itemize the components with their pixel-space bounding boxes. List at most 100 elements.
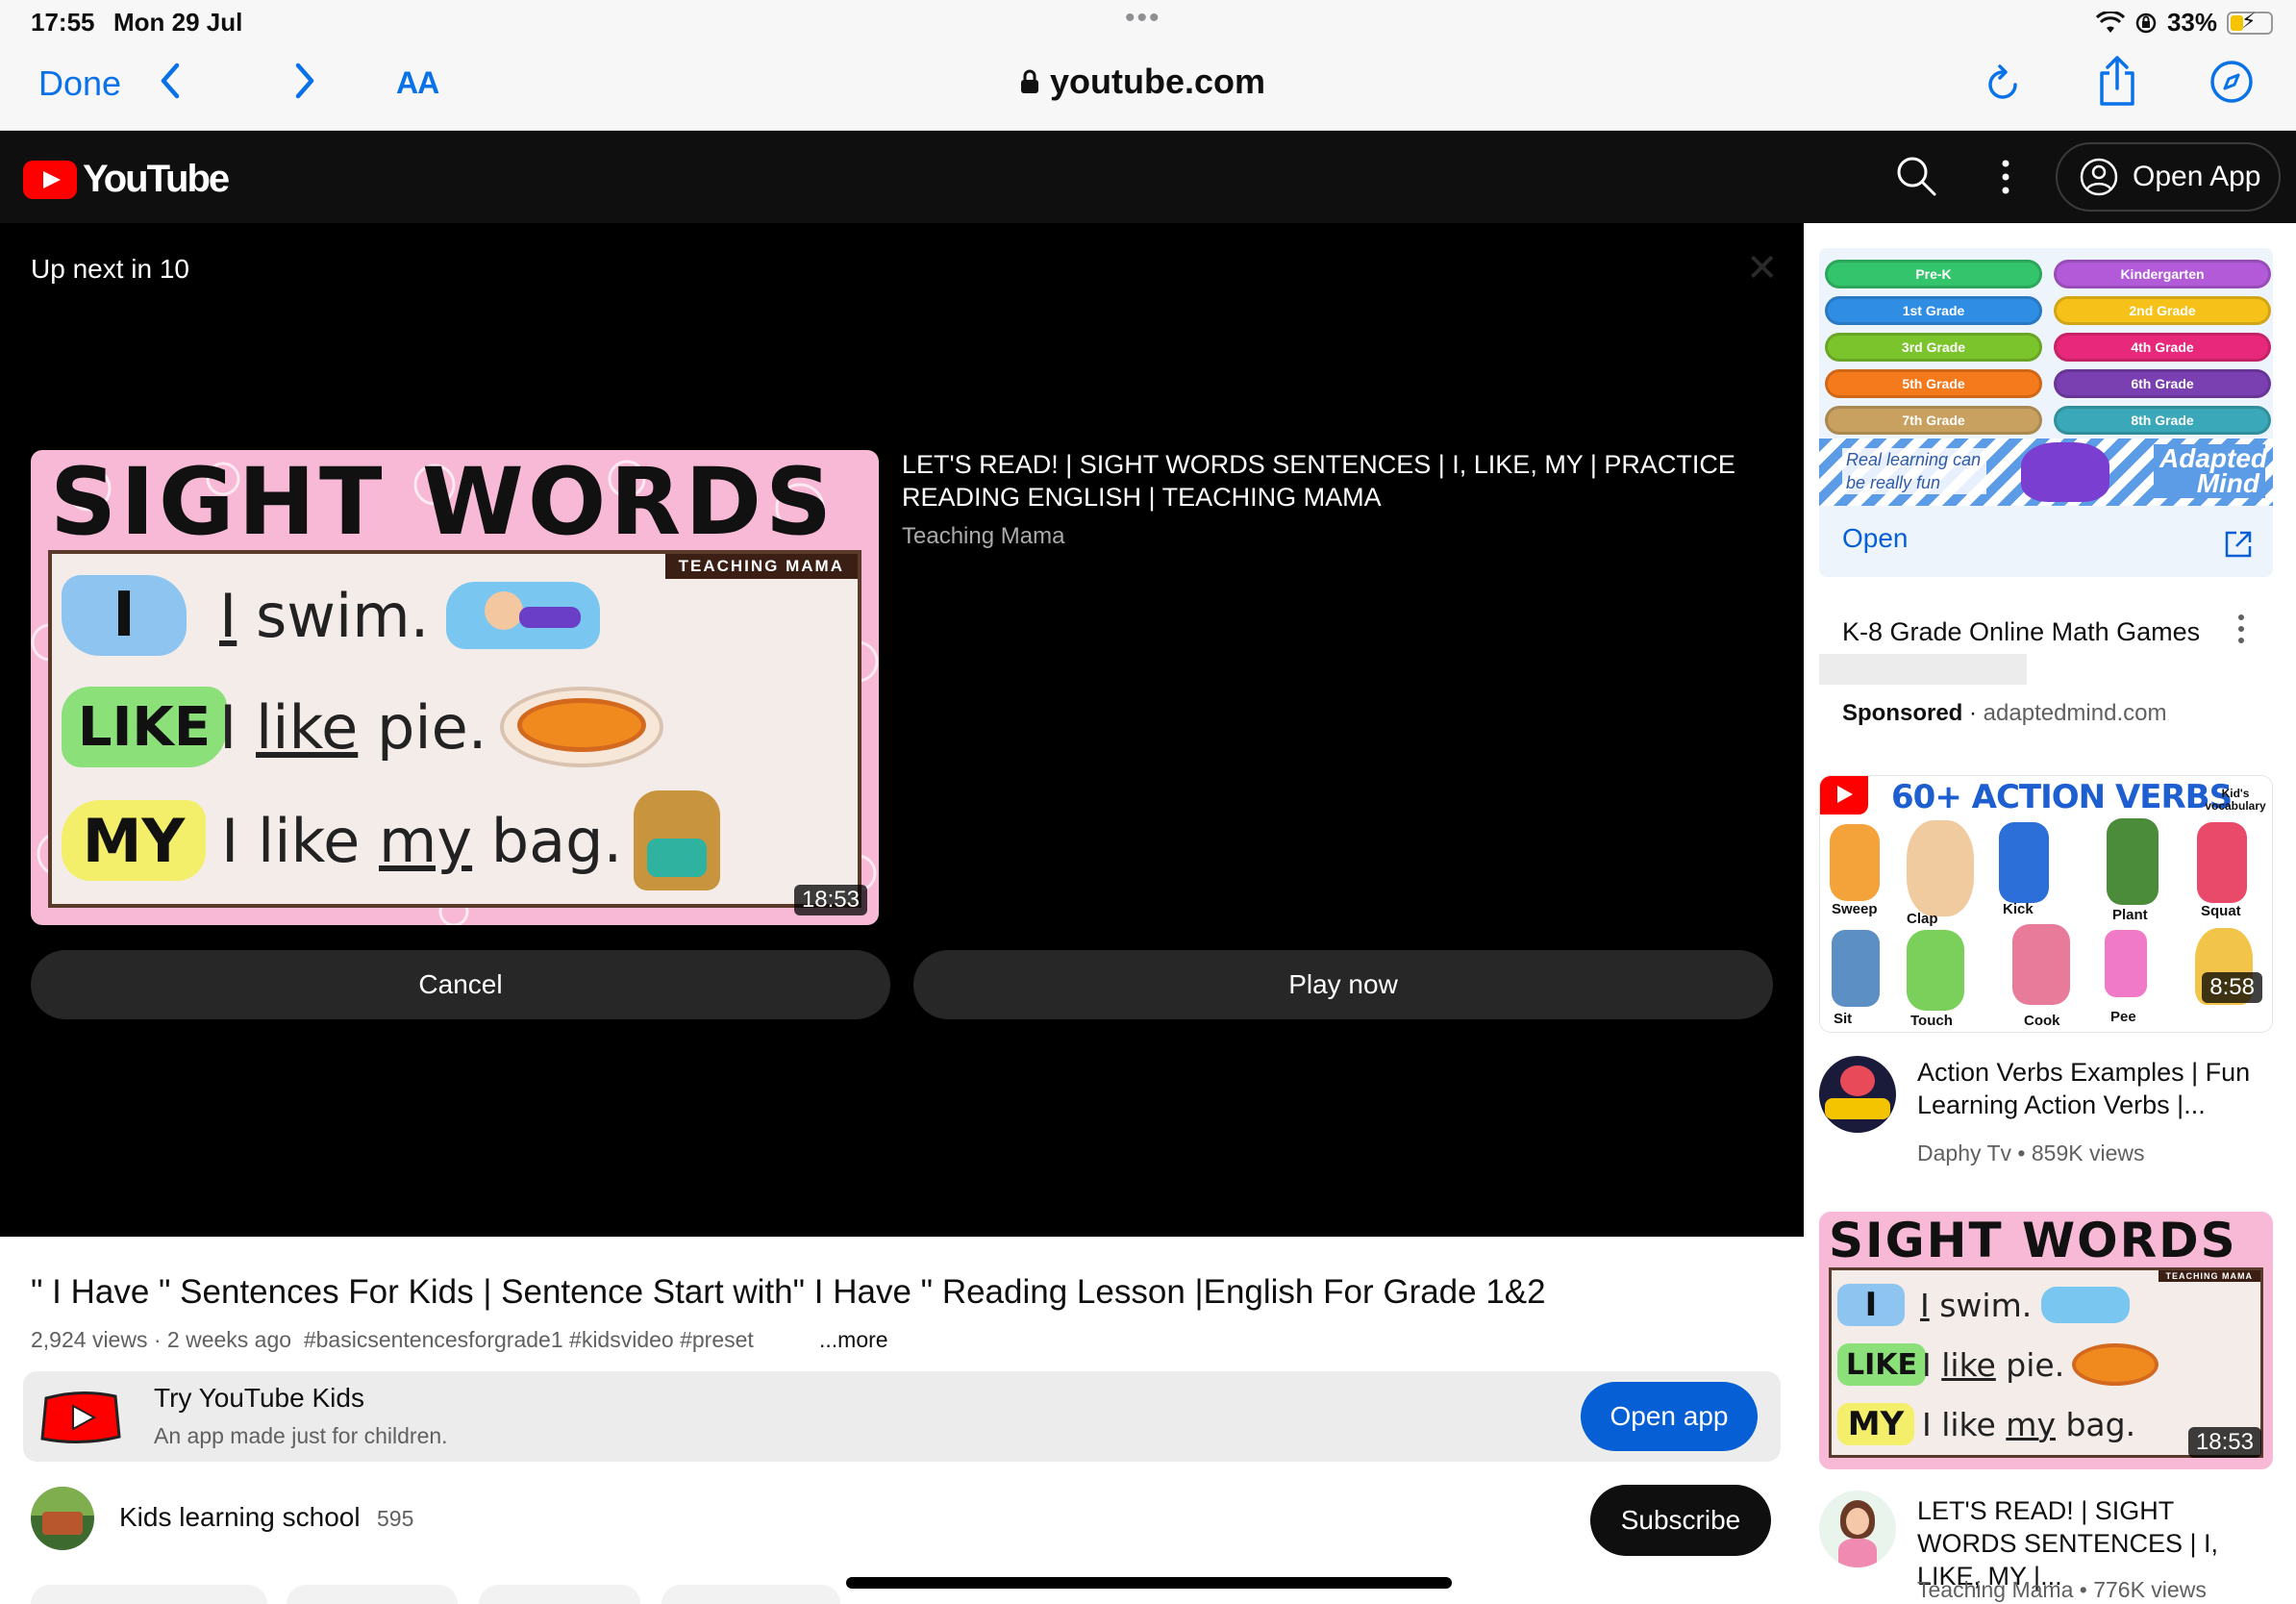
- rec-pie: [2072, 1343, 2159, 1386]
- kids-banner-title: Try YouTube Kids: [154, 1383, 364, 1413]
- ad-placeholder-bar: [1819, 654, 2027, 685]
- cancel-button[interactable]: Cancel: [31, 950, 890, 1019]
- search-icon[interactable]: [1894, 154, 1938, 198]
- rec-thumb-label: Squat: [2201, 903, 2241, 919]
- rec-thumb-label: Kick: [2003, 901, 2034, 917]
- action-chip-share[interactable]: [287, 1585, 458, 1604]
- action-chip-remix[interactable]: [479, 1585, 640, 1604]
- rec-thumb-label: Sweep: [1832, 901, 1878, 917]
- ad-more-options-icon[interactable]: [2234, 612, 2248, 646]
- reload-icon[interactable]: [1983, 60, 2025, 106]
- channel-avatar-daphy[interactable]: [1819, 1056, 1896, 1133]
- video-meta[interactable]: 2,924 views · 2 weeks ago #basicsentence…: [31, 1327, 888, 1353]
- sight-word-my: MY: [62, 800, 206, 881]
- sentence-row-like: LIKE I like pie.: [62, 675, 664, 779]
- rec-thumb-heading: 60+ ACTION VERBS: [1891, 778, 2233, 816]
- battery-icon: ⚡: [2227, 9, 2273, 35]
- grade-pill: 5th Grade: [1825, 369, 2042, 398]
- account-icon: [2080, 158, 2118, 196]
- grade-pill: Pre-K: [1825, 260, 2042, 288]
- sight-word-i: I: [62, 575, 187, 656]
- open-app-label: Open App: [2133, 161, 2261, 192]
- rec-row-i: I I swim.: [1837, 1278, 2131, 1332]
- back-chevron-icon[interactable]: [156, 60, 185, 102]
- grade-pill: Kindergarten: [2054, 260, 2271, 288]
- rec-row-my: MY I like my bag.: [1837, 1397, 2135, 1451]
- rec-thumb-label: Clap: [1907, 911, 1938, 927]
- rec-word-i: I: [1837, 1284, 1905, 1326]
- external-link-icon[interactable]: [2223, 529, 2254, 560]
- pie-illustration: [500, 687, 664, 767]
- rec-thumb-label: Touch: [1910, 1013, 1953, 1029]
- up-next-title[interactable]: LET'S READ! | SIGHT WORDS SENTENCES | I,…: [902, 448, 1767, 514]
- rec-thumb-brand: TEACHING MAMA: [2158, 1270, 2260, 1282]
- upload-age: 2 weeks ago: [166, 1327, 292, 1352]
- ad-banner-strip: Real learning can be really fun Adapted …: [1819, 439, 2273, 506]
- rec-title[interactable]: Action Verbs Examples | Fun Learning Act…: [1917, 1056, 2273, 1121]
- duration-badge: 18:53: [793, 885, 867, 915]
- multitask-dots-icon[interactable]: •••: [1125, 2, 1161, 35]
- subscriber-count: 595: [377, 1506, 414, 1531]
- video-player[interactable]: Up next in 10 ✕ SIGHT WORDS TEACHING MAM…: [0, 223, 1804, 1237]
- ad-open-link[interactable]: Open: [1842, 523, 1909, 554]
- ad-title[interactable]: K-8 Grade Online Math Games: [1842, 617, 2200, 647]
- address-bar[interactable]: youtube.com: [1019, 62, 1265, 102]
- grade-pill: 8th Grade: [2054, 406, 2271, 435]
- compass-icon[interactable]: [2208, 58, 2256, 106]
- play-now-button[interactable]: Play now: [913, 950, 1773, 1019]
- video-title[interactable]: " I Have " Sentences For Kids | Sentence…: [31, 1273, 1546, 1312]
- open-app-button[interactable]: Open App: [2056, 142, 2281, 212]
- youtube-header: YouTube Open App: [0, 131, 2296, 223]
- monster-mascot: [2021, 442, 2109, 502]
- rec-views: 859K views: [2031, 1140, 2145, 1165]
- grade-pill: 1st Grade: [1825, 296, 2042, 325]
- action-chip-like[interactable]: [31, 1585, 267, 1604]
- lock-icon: [1021, 69, 1038, 93]
- done-button[interactable]: Done: [38, 63, 121, 104]
- rec-meta: Teaching Mama • 776K views: [1917, 1577, 2207, 1602]
- subscribe-button[interactable]: Subscribe: [1590, 1485, 1771, 1556]
- rec-word-my: MY: [1837, 1403, 1914, 1445]
- duration-badge: 18:53: [2187, 1427, 2261, 1458]
- orientation-lock-icon: [2135, 13, 2157, 33]
- rec-channel: Teaching Mama: [1917, 1577, 2074, 1602]
- youtube-kids-banner[interactable]: Try YouTube Kids An app made just for ch…: [23, 1371, 1781, 1462]
- youtube-logo[interactable]: YouTube: [23, 158, 230, 201]
- sentence-my: I like my bag.: [221, 805, 623, 876]
- share-icon[interactable]: [2096, 54, 2138, 108]
- sentence-row-i: I I swim.: [62, 564, 601, 667]
- rec-thumb-label: Sit: [1834, 1011, 1853, 1027]
- sentence-i: I swim.: [219, 580, 430, 651]
- action-chip-download[interactable]: [661, 1585, 840, 1604]
- youtube-play-logo-icon: [23, 160, 77, 199]
- rec-sentence-my: I like my bag.: [1922, 1405, 2136, 1443]
- status-bar: 17:55 Mon 29 Jul ••• 33% ⚡: [0, 0, 2296, 44]
- thumbnail-brand: TEACHING MAMA: [664, 554, 858, 579]
- thumbnail-heading: SIGHT WORDS: [50, 450, 836, 556]
- more-link[interactable]: ...more: [819, 1327, 888, 1353]
- rec-meta: Daphy Tv • 859K views: [1917, 1140, 2145, 1165]
- grade-pill: 2nd Grade: [2054, 296, 2271, 325]
- wifi-icon: [2095, 11, 2125, 33]
- rec-views: 776K views: [2093, 1577, 2207, 1602]
- more-options-icon[interactable]: [1996, 156, 2015, 198]
- home-indicator[interactable]: [846, 1577, 1452, 1589]
- status-right: 33% ⚡: [2095, 8, 2273, 38]
- status-date: Mon 29 Jul: [113, 8, 243, 37]
- channel-avatar-teaching-mama[interactable]: [1819, 1491, 1896, 1567]
- rec-thumbnail-sight-words[interactable]: SIGHT WORDS TEACHING MAMA I I swim. LIKE…: [1819, 1212, 2273, 1469]
- rec-thumb-label: Cook: [2024, 1013, 2060, 1029]
- channel-avatar[interactable]: [31, 1487, 94, 1550]
- up-next-thumbnail[interactable]: SIGHT WORDS TEACHING MAMA I I swim. LIKE…: [31, 450, 879, 925]
- close-icon[interactable]: ✕: [1746, 246, 1779, 290]
- text-size-button[interactable]: AA: [396, 65, 439, 101]
- backpack-illustration: [634, 790, 721, 890]
- channel-name[interactable]: Kids learning school: [119, 1502, 361, 1533]
- status-time: 17:55: [31, 8, 95, 37]
- rec-thumbnail-action-verbs[interactable]: 60+ ACTION VERBS Kid's vocabulary Sweep …: [1819, 775, 2273, 1033]
- url-text: youtube.com: [1050, 62, 1266, 101]
- rec-sentence-i: I swim.: [1920, 1286, 2033, 1324]
- forward-chevron-icon[interactable]: [290, 60, 319, 102]
- rec-thumb-badge: Kid's vocabulary: [2205, 787, 2266, 813]
- open-app-kids-button[interactable]: Open app: [1581, 1382, 1758, 1451]
